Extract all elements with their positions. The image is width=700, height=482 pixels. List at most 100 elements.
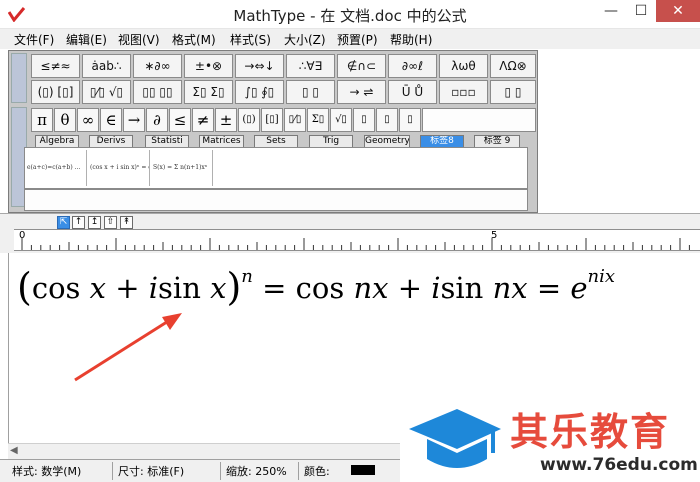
template-parentheses[interactable]: (▯) xyxy=(238,108,260,132)
menu-file[interactable]: 文件(F) xyxy=(14,31,54,48)
toolbar-grip[interactable] xyxy=(11,53,27,103)
symbol-not-equal[interactable]: ≠ xyxy=(192,108,214,132)
menu-preferences[interactable]: 预置(P) xyxy=(337,31,378,48)
red-arrow-annotation xyxy=(74,313,182,382)
align-top-button[interactable]: ↥ xyxy=(88,216,101,229)
status-color[interactable]: 颜色: xyxy=(304,463,330,479)
menu-edit[interactable]: 编辑(E) xyxy=(66,31,107,48)
scroll-left-icon[interactable]: ◀ xyxy=(10,445,18,456)
cos-function: cos xyxy=(295,271,345,305)
title-bar: MathType - 在 文档.doc 中的公式 — ☐ ✕ xyxy=(0,0,700,29)
palette-fences[interactable]: (▯) [▯] xyxy=(31,80,80,104)
symbol-right-arrow[interactable]: → xyxy=(123,108,145,132)
close-button[interactable]: ✕ xyxy=(656,0,700,22)
right-paren: ) xyxy=(226,265,242,309)
menu-help[interactable]: 帮助(H) xyxy=(390,31,432,48)
symbol-theta[interactable]: θ xyxy=(54,108,76,132)
template-superscript[interactable]: ▯ xyxy=(353,108,375,132)
cos-function: cos xyxy=(31,271,81,305)
template-fraction[interactable]: ▯⁄▯ xyxy=(284,108,306,132)
tab-label-8[interactable]: 标签8 xyxy=(420,135,464,147)
palette-greek-upper[interactable]: ΛΩ⊗ xyxy=(490,54,536,78)
template-subscript[interactable]: ▯ xyxy=(376,108,398,132)
palette-matrices[interactable]: ▫▫▫ xyxy=(439,80,488,104)
equation[interactable]: (cos x + isin x)n = cos nx + isin nx = e… xyxy=(17,263,616,309)
palette-arrows[interactable]: →⇔↓ xyxy=(235,54,284,78)
menu-style[interactable]: 样式(S) xyxy=(230,31,271,48)
palette-spaces[interactable]: ȧab∴ xyxy=(82,54,131,78)
var-nx: nx xyxy=(353,271,389,305)
menu-format[interactable]: 格式(M) xyxy=(172,31,216,48)
symbol-pi[interactable]: π xyxy=(31,108,53,132)
tab-matrices[interactable]: Matrices xyxy=(199,135,244,147)
ruler-mark-0: 0 xyxy=(19,230,26,241)
align-baseline-button[interactable]: ⇧ xyxy=(104,216,117,229)
palette-boxes[interactable]: ▯ ▯ xyxy=(490,80,536,104)
align-left-button[interactable]: ⇱ xyxy=(57,216,70,229)
var-i: i xyxy=(148,271,159,305)
template-brackets[interactable]: [▯] xyxy=(261,108,283,132)
var-i: i xyxy=(431,271,441,305)
palette-sets[interactable]: ∉∩⊂ xyxy=(337,54,386,78)
watermark-brand: 其乐教育 xyxy=(510,410,671,454)
horizontal-scrollbar[interactable]: ◀ xyxy=(8,443,400,459)
palette-products[interactable]: Ū Ů xyxy=(388,80,437,104)
plus-sign: + xyxy=(115,271,140,305)
palette-labeled-arrows[interactable]: → ⇌ xyxy=(337,80,386,104)
minimize-button[interactable]: — xyxy=(596,0,626,22)
palette-embellishments[interactable]: ∗∂∞ xyxy=(133,54,182,78)
palette-greek-lower[interactable]: λωθ xyxy=(439,54,488,78)
tab-panel-empty xyxy=(24,189,528,211)
ruler[interactable]: 0 5 xyxy=(14,229,700,251)
equation-toolbox: ≤≠≈ ȧab∴ ∗∂∞ ±•⊗ →⇔↓ ∴∀∃ ∉∩⊂ ∂∞ℓ λωθ ΛΩ⊗… xyxy=(8,50,538,213)
maximize-button[interactable]: ☐ xyxy=(626,0,656,22)
tab-statistics[interactable]: Statisti xyxy=(145,135,189,147)
palette-logic[interactable]: ∴∀∃ xyxy=(286,54,335,78)
symbol-less-equal[interactable]: ≤ xyxy=(169,108,191,132)
symbol-element-of[interactable]: ∈ xyxy=(100,108,122,132)
tab-geometry[interactable]: Geometry xyxy=(364,135,410,147)
graduation-cap-icon xyxy=(409,409,501,468)
template-box[interactable]: ▯ xyxy=(399,108,421,132)
status-size[interactable]: 尺寸: 标准(F) xyxy=(118,463,184,479)
tab-derivs[interactable]: Derivs xyxy=(89,135,133,147)
palette-operators[interactable]: ±•⊗ xyxy=(184,54,233,78)
palette-scripts[interactable]: ▯▯ ▯▯ xyxy=(133,80,182,104)
symbol-infinity[interactable]: ∞ xyxy=(77,108,99,132)
status-divider xyxy=(220,462,221,480)
exponent-nix: nix xyxy=(587,266,616,287)
tab-label-9[interactable]: 标签 9 xyxy=(474,135,520,147)
palette-summations[interactable]: Σ▯ Σ▯ xyxy=(184,80,233,104)
tab-algebra[interactable]: Algebra xyxy=(35,135,79,147)
status-zoom[interactable]: 缩放: 250% xyxy=(226,463,287,479)
tab-sets[interactable]: Sets xyxy=(254,135,298,147)
exponent-n: n xyxy=(241,266,253,287)
palette-fractions-radicals[interactable]: ▯⁄▯ √▯ xyxy=(82,80,131,104)
status-bar: 样式: 数学(M) 尺寸: 标准(F) 缩放: 250% 颜色: xyxy=(0,459,400,482)
saved-formula-2[interactable]: (cos x + i sin x)ⁿ = cos ... xyxy=(88,150,150,186)
status-style[interactable]: 样式: 数学(M) xyxy=(12,463,81,479)
palette-bars[interactable]: ▯ ▯ xyxy=(286,80,335,104)
ruler-ticks xyxy=(21,238,690,250)
align-center-button[interactable]: ↟ xyxy=(120,216,133,229)
watermark-url: www.76edu.com xyxy=(540,455,698,475)
color-swatch[interactable] xyxy=(351,465,375,475)
window-title: MathType - 在 文档.doc 中的公式 xyxy=(233,7,467,25)
status-divider xyxy=(298,462,299,480)
palette-integrals[interactable]: ∫▯ ∮▯ xyxy=(235,80,284,104)
template-sum[interactable]: Σ▯ xyxy=(307,108,329,132)
symbol-plus-minus[interactable]: ± xyxy=(215,108,237,132)
menu-size[interactable]: 大小(Z) xyxy=(284,31,326,48)
tab-trig[interactable]: Trig xyxy=(309,135,353,147)
menu-bar: 文件(F) 编辑(E) 视图(V) 格式(M) 样式(S) 大小(Z) 预置(P… xyxy=(0,29,700,49)
symbol-partial[interactable]: ∂ xyxy=(146,108,168,132)
symbol-empty-slot[interactable] xyxy=(422,108,536,132)
palette-misc[interactable]: ∂∞ℓ xyxy=(388,54,437,78)
saved-formula-3[interactable]: S(x) = Σ n(n+1)xⁿ xyxy=(151,150,213,186)
template-radical[interactable]: √▯ xyxy=(330,108,352,132)
palette-relations[interactable]: ≤≠≈ xyxy=(31,54,80,78)
saved-formula-1[interactable]: e(a+c)=c(a+b) ... xyxy=(25,150,87,186)
tab-templates-panel: e(a+c)=c(a+b) ... (cos x + i sin x)ⁿ = c… xyxy=(24,147,528,189)
align-up-button[interactable]: ↑ xyxy=(72,216,85,229)
menu-view[interactable]: 视图(V) xyxy=(118,31,160,48)
